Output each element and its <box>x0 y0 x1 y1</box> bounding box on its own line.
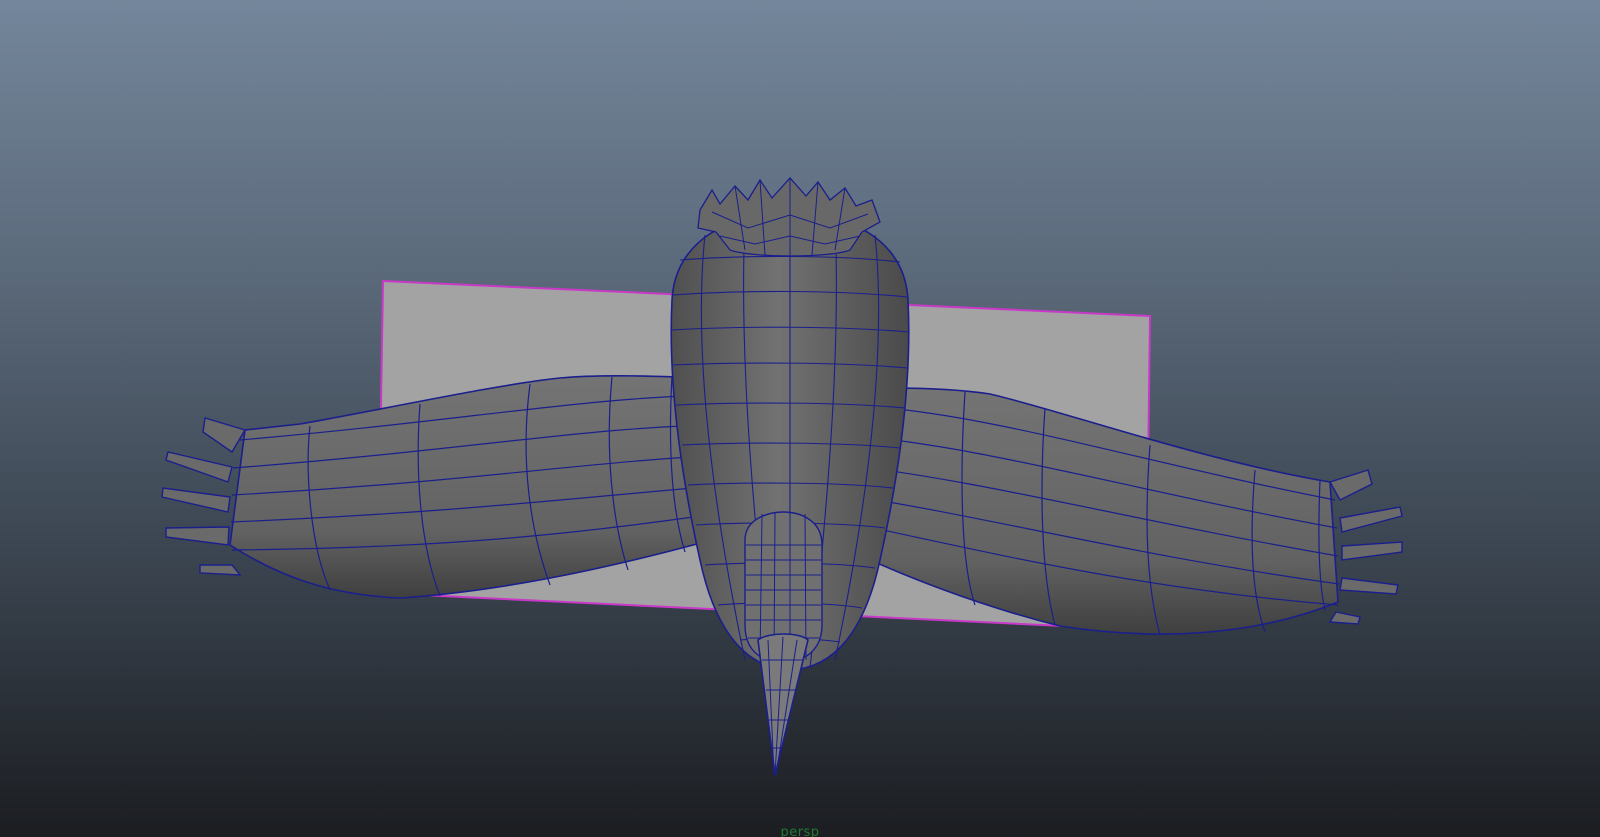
head-crest[interactable] <box>697 177 881 257</box>
beak[interactable] <box>757 633 809 776</box>
viewport-3d[interactable]: persp <box>0 0 1600 837</box>
camera-label: persp <box>780 825 820 837</box>
scene-svg[interactable] <box>0 0 1600 837</box>
